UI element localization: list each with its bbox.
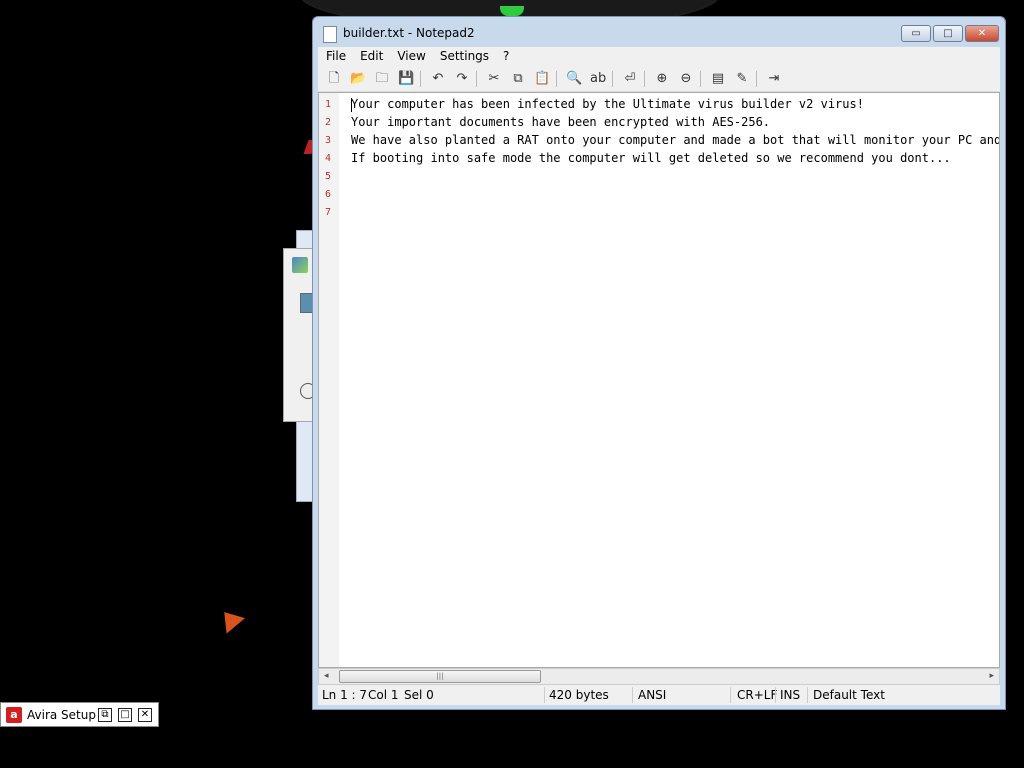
- notepad2-window: builder.txt - Notepad2 ▭ □ ✕ File Edit Vie…: [312, 16, 1006, 710]
- browse-icon[interactable]: 🗀: [374, 71, 390, 87]
- line-number: 5: [324, 171, 332, 182]
- toolbar-separator: [700, 71, 701, 87]
- status-scheme: Default Text: [813, 688, 885, 702]
- status-size: 420 bytes: [549, 688, 609, 702]
- code-line[interactable]: Your computer has been infected by the U…: [351, 97, 864, 111]
- status-divider: [632, 687, 633, 703]
- status-divider: [730, 687, 731, 703]
- save-icon[interactable]: 💾: [398, 71, 414, 87]
- menu-view[interactable]: View: [389, 47, 431, 63]
- replace-icon[interactable]: ab: [590, 71, 606, 87]
- taskbar-maximize-button[interactable]: □: [118, 708, 132, 722]
- taskbar-label: Avira Setup: [27, 708, 96, 722]
- paste-icon[interactable]: 📋: [534, 71, 550, 87]
- menu-help[interactable]: ?: [495, 47, 515, 63]
- settings-icon[interactable]: ✎: [734, 71, 750, 87]
- cut-icon[interactable]: ✂: [486, 71, 502, 87]
- word-wrap-icon[interactable]: ⏎: [622, 71, 638, 87]
- maximize-button[interactable]: □: [933, 25, 963, 42]
- toolbar: 🗋 📂 🗀 💾 ↶ ↷ ✂ ⧉ 📋 🔍 ab ⏎ ⊕ ⊖ ▤ ✎ ⇥: [318, 67, 1000, 92]
- line-number-gutter: 1 2 3 4 5 6 7: [319, 93, 339, 667]
- undo-icon[interactable]: ↶: [430, 71, 446, 87]
- toolbar-separator: [756, 71, 757, 87]
- status-column: Col 1: [368, 688, 399, 702]
- status-insert-mode: INS: [780, 688, 801, 702]
- toolbar-separator: [644, 71, 645, 87]
- scrollbar-thumb[interactable]: |||: [339, 670, 541, 683]
- zoom-out-icon[interactable]: ⊖: [678, 71, 694, 87]
- taskbar-item-avira-setup[interactable]: a Avira Setup ⧉ □ ✕: [0, 702, 159, 727]
- title-bar[interactable]: builder.txt - Notepad2 ▭ □ ✕: [313, 17, 1005, 47]
- code-line[interactable]: Your important documents have been encry…: [351, 115, 770, 129]
- minimize-button[interactable]: ▭: [901, 25, 931, 42]
- find-icon[interactable]: 🔍: [566, 71, 582, 87]
- status-divider: [807, 687, 808, 703]
- status-divider: [775, 687, 776, 703]
- line-number: 4: [324, 153, 332, 164]
- status-eol: CR+LF: [737, 688, 778, 702]
- top-arc-indicator: [500, 6, 524, 16]
- scheme-icon[interactable]: ▤: [710, 71, 726, 87]
- taskbar-close-button[interactable]: ✕: [138, 708, 152, 722]
- horizontal-scrollbar[interactable]: ◂ ||| ▸: [318, 668, 1000, 685]
- line-number: 2: [324, 117, 332, 128]
- scroll-left-icon[interactable]: ◂: [324, 671, 329, 681]
- exit-icon[interactable]: ⇥: [766, 71, 782, 87]
- close-button[interactable]: ✕: [965, 25, 999, 42]
- status-line: Ln 1 : 7: [322, 688, 368, 702]
- code-line[interactable]: If booting into safe mode the computer w…: [351, 151, 951, 165]
- taskbar-restore-button[interactable]: ⧉: [98, 708, 112, 722]
- toolbar-separator: [556, 71, 557, 87]
- open-icon[interactable]: 📂: [350, 71, 366, 87]
- status-encoding: ANSI: [638, 688, 667, 702]
- line-number: 6: [324, 189, 332, 200]
- zoom-in-icon[interactable]: ⊕: [654, 71, 670, 87]
- redo-icon[interactable]: ↷: [454, 71, 470, 87]
- status-divider: [544, 687, 545, 703]
- line-number: 7: [324, 207, 332, 218]
- line-number: 3: [324, 135, 332, 146]
- code-line[interactable]: We have also planted a RAT onto your com…: [351, 133, 999, 147]
- dialog-icon: [292, 257, 308, 273]
- copy-icon[interactable]: ⧉: [510, 71, 526, 87]
- document-icon: [323, 26, 337, 43]
- text-caret: [351, 98, 352, 112]
- toolbar-separator: [612, 71, 613, 87]
- menu-edit[interactable]: Edit: [352, 47, 389, 63]
- cursor-arrow-icon: [215, 604, 245, 634]
- toolbar-separator: [420, 71, 421, 87]
- status-bar: Ln 1 : 7 Col 1 Sel 0 420 bytes ANSI CR+L…: [318, 685, 1000, 705]
- menu-settings[interactable]: Settings: [432, 47, 495, 63]
- text-editor[interactable]: 1 2 3 4 5 6 7 Your computer has been infected …: [318, 92, 1000, 668]
- status-selection: Sel 0: [404, 688, 434, 702]
- menu-bar: File Edit View Settings?: [318, 47, 1000, 67]
- toolbar-separator: [476, 71, 477, 87]
- new-icon[interactable]: 🗋: [326, 71, 342, 87]
- avira-icon: a: [6, 707, 22, 723]
- menu-file[interactable]: File: [318, 47, 352, 63]
- scroll-right-icon[interactable]: ▸: [989, 671, 994, 681]
- line-number: 1: [324, 99, 332, 110]
- window-title: builder.txt - Notepad2: [343, 26, 475, 40]
